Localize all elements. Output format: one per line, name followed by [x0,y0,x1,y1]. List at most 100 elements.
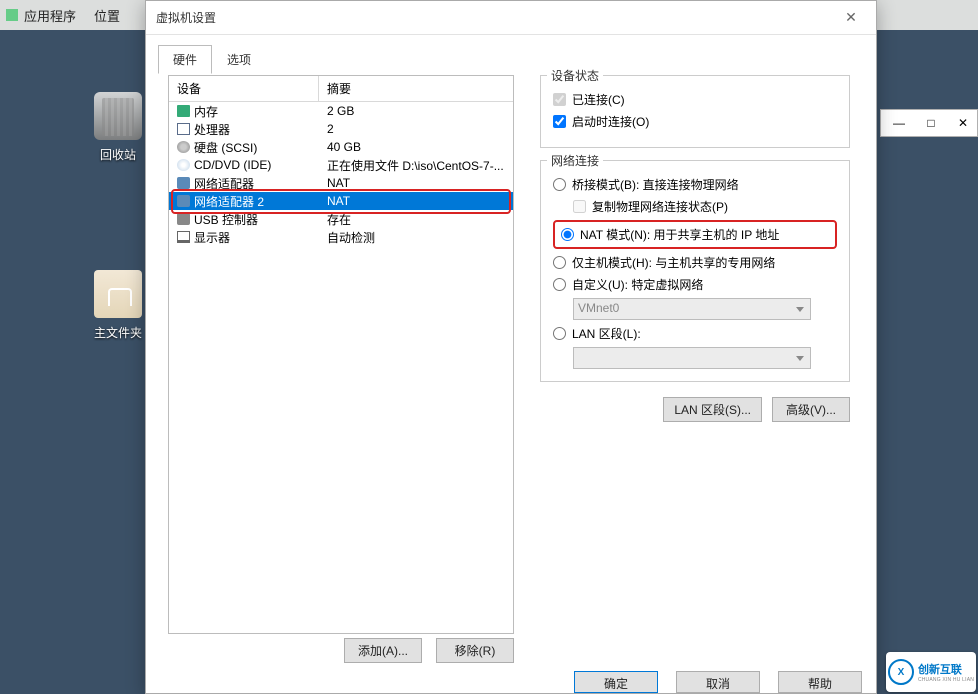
device-list-pane: 设备 摘要 内存 2 GB 处理器 2 硬盘 (SCSI) 40 GB CD/D… [168,75,514,634]
network-connection-group: 网络连接 桥接模式(B): 直接连接物理网络 复制物理网络连接状态(P) NAT… [540,160,850,382]
device-name: 显示器 [194,229,230,246]
connected-label: 已连接(C) [572,91,625,108]
cd-icon [177,159,190,171]
hostonly-radio[interactable] [553,256,566,269]
usb-icon [177,213,190,225]
device-row-memory[interactable]: 内存 2 GB [169,102,513,120]
dialog-close-button[interactable]: ✕ [836,6,866,30]
device-name: 网络适配器 2 [194,193,264,210]
net-legend: 网络连接 [547,152,603,169]
connected-checkbox-row[interactable]: 已连接(C) [553,91,837,108]
background-window-titlebar: — □ ✕ [880,109,978,137]
vmnet-select[interactable]: VMnet0 [573,298,811,320]
tab-hardware[interactable]: 硬件 [158,45,212,74]
desktop-home-icon[interactable]: 主文件夹 [88,270,148,341]
trash-icon [94,92,142,140]
custom-radio[interactable] [553,278,566,291]
add-device-button[interactable]: 添加(A)... [344,638,422,663]
hostonly-label: 仅主机模式(H): 与主机共享的专用网络 [572,254,775,271]
device-summary: NAT [319,194,513,208]
bg-max-button[interactable]: □ [923,115,939,131]
folder-icon [94,270,142,318]
ok-button[interactable]: 确定 [574,671,658,693]
device-row-processor[interactable]: 处理器 2 [169,120,513,138]
vm-settings-dialog: 虚拟机设置 ✕ 硬件 选项 设备 摘要 内存 2 GB 处理器 2 硬盘 (SC… [145,0,877,694]
bridge-radio[interactable] [553,178,566,191]
network-icon [177,177,190,189]
device-name: 网络适配器 [194,175,254,192]
cancel-button[interactable]: 取消 [676,671,760,693]
home-label: 主文件夹 [88,324,148,341]
device-summary: NAT [319,176,513,190]
dialog-action-buttons: 确定 取消 帮助 [574,671,862,693]
custom-label: 自定义(U): 特定虚拟网络 [572,276,703,293]
connect-on-start-checkbox[interactable] [553,115,566,128]
device-settings-pane: 设备状态 已连接(C) 启动时连接(O) 网络连接 桥接模式(B): 直接连接物… [540,75,850,394]
device-row-disk[interactable]: 硬盘 (SCSI) 40 GB [169,138,513,156]
nat-radio[interactable] [561,228,574,241]
replicate-checkbox [573,200,586,213]
watermark-icon: X [888,659,914,685]
device-name: 处理器 [194,121,230,138]
hostonly-radio-row[interactable]: 仅主机模式(H): 与主机共享的专用网络 [553,254,837,271]
remove-device-button[interactable]: 移除(R) [436,638,514,663]
display-icon [177,231,190,243]
bg-min-button[interactable]: — [891,115,907,131]
device-summary: 40 GB [319,140,513,154]
lan-segments-button[interactable]: LAN 区段(S)... [663,397,762,422]
desktop-trash-icon[interactable]: 回收站 [88,92,148,163]
nat-radio-row[interactable]: NAT 模式(N): 用于共享主机的 IP 地址 [561,226,829,243]
dialog-titlebar[interactable]: 虚拟机设置 ✕ [146,1,876,35]
net-extra-buttons: LAN 区段(S)... 高级(V)... [540,397,850,422]
highlight-box-nat: NAT 模式(N): 用于共享主机的 IP 地址 [553,220,837,249]
cpu-icon [177,123,190,135]
watermark-badge: X 创新互联 CHUANG XIN HU LIAN [886,652,976,692]
custom-radio-row[interactable]: 自定义(U): 特定虚拟网络 [553,276,837,293]
disk-icon [177,141,190,153]
device-row-cddvd[interactable]: CD/DVD (IDE) 正在使用文件 D:\iso\CentOS-7-... [169,156,513,174]
lanseg-radio[interactable] [553,327,566,340]
device-summary: 2 GB [319,104,513,118]
network-icon [177,195,190,207]
device-name: 内存 [194,103,218,120]
device-status-group: 设备状态 已连接(C) 启动时连接(O) [540,75,850,148]
dialog-title: 虚拟机设置 [156,9,216,26]
col-summary[interactable]: 摘要 [319,76,513,101]
memory-icon [177,105,190,117]
lanseg-label: LAN 区段(L): [572,325,641,342]
lanseg-radio-row[interactable]: LAN 区段(L): [553,325,837,342]
nat-label: NAT 模式(N): 用于共享主机的 IP 地址 [580,226,779,243]
device-summary: 自动检测 [319,229,513,246]
device-row-net1[interactable]: 网络适配器 NAT [169,174,513,192]
device-summary: 2 [319,122,513,136]
trash-label: 回收站 [88,146,148,163]
bg-close-button[interactable]: ✕ [955,115,971,131]
watermark-sub: CHUANG XIN HU LIAN [918,677,974,683]
device-name: USB 控制器 [194,211,258,228]
help-button[interactable]: 帮助 [778,671,862,693]
device-row-display[interactable]: 显示器 自动检测 [169,228,513,246]
device-add-remove: 添加(A)... 移除(R) [168,638,514,663]
menu-apps[interactable]: 应用程序 [24,6,76,25]
activities-icon [6,9,18,21]
advanced-button[interactable]: 高级(V)... [772,397,850,422]
connect-on-start-row[interactable]: 启动时连接(O) [553,113,837,130]
bridge-radio-row[interactable]: 桥接模式(B): 直接连接物理网络 [553,176,837,193]
device-name: CD/DVD (IDE) [194,158,271,172]
menu-places[interactable]: 位置 [94,6,120,25]
watermark-brand: 创新互联 [918,661,974,677]
replicate-checkbox-row: 复制物理网络连接状态(P) [573,198,837,215]
status-legend: 设备状态 [547,67,603,84]
lanseg-select[interactable] [573,347,811,369]
connect-on-start-label: 启动时连接(O) [572,113,649,130]
bridge-label: 桥接模式(B): 直接连接物理网络 [572,176,739,193]
device-list-header: 设备 摘要 [169,76,513,102]
device-summary: 存在 [319,211,513,228]
device-row-usb[interactable]: USB 控制器 存在 [169,210,513,228]
device-row-net2[interactable]: 网络适配器 2 NAT [169,192,513,210]
dialog-tabs: 硬件 选项 [158,45,876,74]
col-device[interactable]: 设备 [169,76,319,101]
replicate-label: 复制物理网络连接状态(P) [592,198,728,215]
connected-checkbox[interactable] [553,93,566,106]
tab-options[interactable]: 选项 [212,45,266,74]
